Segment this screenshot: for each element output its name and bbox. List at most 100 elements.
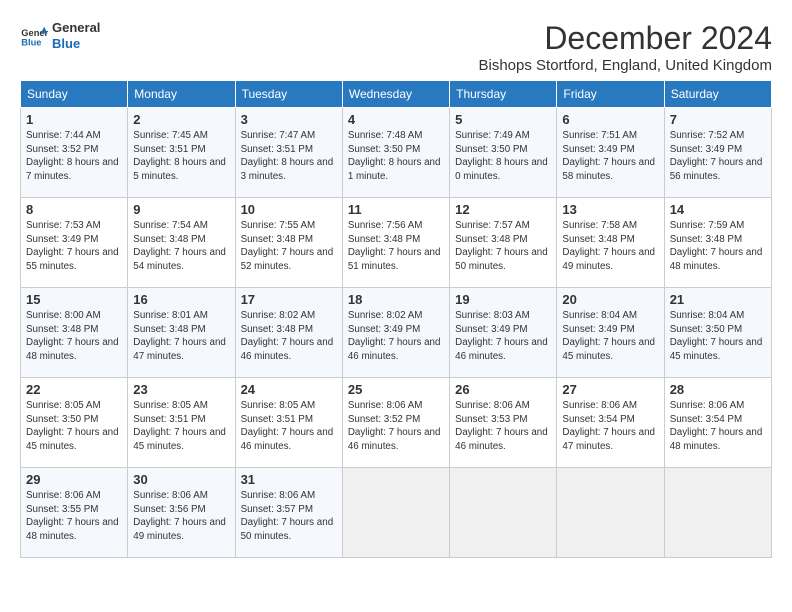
day-info: Sunrise: 7:59 AM Sunset: 3:48 PM Dayligh… [670, 219, 766, 274]
day-info: Sunrise: 7:45 AM Sunset: 3:51 PM Dayligh… [133, 129, 229, 184]
calendar-week-2: 8 Sunrise: 7:53 AM Sunset: 3:49 PM Dayli… [21, 198, 772, 288]
month-title: December 2024 [478, 20, 772, 57]
logo-text: General Blue [52, 20, 100, 51]
calendar-cell: 1 Sunrise: 7:44 AM Sunset: 3:52 PM Dayli… [21, 108, 128, 198]
day-info: Sunrise: 8:06 AM Sunset: 3:57 PM Dayligh… [241, 489, 337, 544]
day-number: 6 [562, 112, 658, 127]
calendar-week-3: 15 Sunrise: 8:00 AM Sunset: 3:48 PM Dayl… [21, 288, 772, 378]
weekday-header-sunday: Sunday [21, 81, 128, 108]
day-info: Sunrise: 8:05 AM Sunset: 3:50 PM Dayligh… [26, 399, 122, 454]
day-info: Sunrise: 8:06 AM Sunset: 3:54 PM Dayligh… [670, 399, 766, 454]
day-number: 10 [241, 202, 337, 217]
calendar-cell: 31 Sunrise: 8:06 AM Sunset: 3:57 PM Dayl… [235, 468, 342, 558]
svg-text:Blue: Blue [21, 37, 41, 47]
day-info: Sunrise: 8:02 AM Sunset: 3:49 PM Dayligh… [348, 309, 444, 364]
day-info: Sunrise: 8:01 AM Sunset: 3:48 PM Dayligh… [133, 309, 229, 364]
weekday-header-wednesday: Wednesday [342, 81, 449, 108]
day-number: 31 [241, 472, 337, 487]
calendar-cell: 15 Sunrise: 8:00 AM Sunset: 3:48 PM Dayl… [21, 288, 128, 378]
day-info: Sunrise: 8:06 AM Sunset: 3:54 PM Dayligh… [562, 399, 658, 454]
day-info: Sunrise: 7:51 AM Sunset: 3:49 PM Dayligh… [562, 129, 658, 184]
day-info: Sunrise: 8:04 AM Sunset: 3:50 PM Dayligh… [670, 309, 766, 364]
calendar-cell: 30 Sunrise: 8:06 AM Sunset: 3:56 PM Dayl… [128, 468, 235, 558]
logo: General Blue General Blue [20, 20, 100, 51]
calendar-cell: 18 Sunrise: 8:02 AM Sunset: 3:49 PM Dayl… [342, 288, 449, 378]
calendar-cell: 20 Sunrise: 8:04 AM Sunset: 3:49 PM Dayl… [557, 288, 664, 378]
day-number: 4 [348, 112, 444, 127]
calendar-cell: 23 Sunrise: 8:05 AM Sunset: 3:51 PM Dayl… [128, 378, 235, 468]
day-info: Sunrise: 7:54 AM Sunset: 3:48 PM Dayligh… [133, 219, 229, 274]
calendar-cell: 27 Sunrise: 8:06 AM Sunset: 3:54 PM Dayl… [557, 378, 664, 468]
day-number: 23 [133, 382, 229, 397]
day-info: Sunrise: 7:53 AM Sunset: 3:49 PM Dayligh… [26, 219, 122, 274]
calendar-cell [557, 468, 664, 558]
day-number: 18 [348, 292, 444, 307]
weekday-header-monday: Monday [128, 81, 235, 108]
weekday-header-saturday: Saturday [664, 81, 771, 108]
calendar-week-5: 29 Sunrise: 8:06 AM Sunset: 3:55 PM Dayl… [21, 468, 772, 558]
calendar-cell [450, 468, 557, 558]
calendar-cell: 28 Sunrise: 8:06 AM Sunset: 3:54 PM Dayl… [664, 378, 771, 468]
calendar-cell: 19 Sunrise: 8:03 AM Sunset: 3:49 PM Dayl… [450, 288, 557, 378]
day-info: Sunrise: 7:48 AM Sunset: 3:50 PM Dayligh… [348, 129, 444, 184]
calendar-cell [664, 468, 771, 558]
day-number: 26 [455, 382, 551, 397]
day-number: 15 [26, 292, 122, 307]
calendar-cell: 3 Sunrise: 7:47 AM Sunset: 3:51 PM Dayli… [235, 108, 342, 198]
day-number: 17 [241, 292, 337, 307]
day-number: 29 [26, 472, 122, 487]
day-info: Sunrise: 8:05 AM Sunset: 3:51 PM Dayligh… [241, 399, 337, 454]
calendar-cell: 17 Sunrise: 8:02 AM Sunset: 3:48 PM Dayl… [235, 288, 342, 378]
calendar-cell: 2 Sunrise: 7:45 AM Sunset: 3:51 PM Dayli… [128, 108, 235, 198]
day-info: Sunrise: 8:03 AM Sunset: 3:49 PM Dayligh… [455, 309, 551, 364]
day-number: 22 [26, 382, 122, 397]
calendar-cell: 29 Sunrise: 8:06 AM Sunset: 3:55 PM Dayl… [21, 468, 128, 558]
calendar-cell: 16 Sunrise: 8:01 AM Sunset: 3:48 PM Dayl… [128, 288, 235, 378]
day-number: 8 [26, 202, 122, 217]
location-subtitle: Bishops Stortford, England, United Kingd… [478, 57, 772, 74]
calendar-cell: 4 Sunrise: 7:48 AM Sunset: 3:50 PM Dayli… [342, 108, 449, 198]
day-info: Sunrise: 7:49 AM Sunset: 3:50 PM Dayligh… [455, 129, 551, 184]
day-number: 20 [562, 292, 658, 307]
day-info: Sunrise: 7:56 AM Sunset: 3:48 PM Dayligh… [348, 219, 444, 274]
calendar-cell: 6 Sunrise: 7:51 AM Sunset: 3:49 PM Dayli… [557, 108, 664, 198]
weekday-header-tuesday: Tuesday [235, 81, 342, 108]
day-number: 9 [133, 202, 229, 217]
day-number: 27 [562, 382, 658, 397]
weekday-header-friday: Friday [557, 81, 664, 108]
day-info: Sunrise: 7:57 AM Sunset: 3:48 PM Dayligh… [455, 219, 551, 274]
day-info: Sunrise: 7:44 AM Sunset: 3:52 PM Dayligh… [26, 129, 122, 184]
calendar-week-1: 1 Sunrise: 7:44 AM Sunset: 3:52 PM Dayli… [21, 108, 772, 198]
calendar-cell: 21 Sunrise: 8:04 AM Sunset: 3:50 PM Dayl… [664, 288, 771, 378]
day-info: Sunrise: 8:06 AM Sunset: 3:55 PM Dayligh… [26, 489, 122, 544]
weekday-header-thursday: Thursday [450, 81, 557, 108]
day-info: Sunrise: 7:55 AM Sunset: 3:48 PM Dayligh… [241, 219, 337, 274]
calendar-cell: 24 Sunrise: 8:05 AM Sunset: 3:51 PM Dayl… [235, 378, 342, 468]
day-number: 1 [26, 112, 122, 127]
day-info: Sunrise: 8:00 AM Sunset: 3:48 PM Dayligh… [26, 309, 122, 364]
day-number: 7 [670, 112, 766, 127]
day-info: Sunrise: 7:52 AM Sunset: 3:49 PM Dayligh… [670, 129, 766, 184]
day-number: 24 [241, 382, 337, 397]
calendar-cell: 7 Sunrise: 7:52 AM Sunset: 3:49 PM Dayli… [664, 108, 771, 198]
day-number: 30 [133, 472, 229, 487]
calendar-cell: 13 Sunrise: 7:58 AM Sunset: 3:48 PM Dayl… [557, 198, 664, 288]
day-number: 13 [562, 202, 658, 217]
day-info: Sunrise: 8:06 AM Sunset: 3:53 PM Dayligh… [455, 399, 551, 454]
day-info: Sunrise: 8:06 AM Sunset: 3:56 PM Dayligh… [133, 489, 229, 544]
day-number: 21 [670, 292, 766, 307]
day-info: Sunrise: 8:05 AM Sunset: 3:51 PM Dayligh… [133, 399, 229, 454]
calendar-cell: 14 Sunrise: 7:59 AM Sunset: 3:48 PM Dayl… [664, 198, 771, 288]
day-number: 5 [455, 112, 551, 127]
logo-icon: General Blue [20, 25, 48, 47]
day-info: Sunrise: 8:02 AM Sunset: 3:48 PM Dayligh… [241, 309, 337, 364]
day-info: Sunrise: 8:04 AM Sunset: 3:49 PM Dayligh… [562, 309, 658, 364]
header: General Blue General Blue December 2024 … [20, 20, 772, 74]
day-number: 14 [670, 202, 766, 217]
calendar-cell: 5 Sunrise: 7:49 AM Sunset: 3:50 PM Dayli… [450, 108, 557, 198]
day-number: 3 [241, 112, 337, 127]
calendar-table: SundayMondayTuesdayWednesdayThursdayFrid… [20, 80, 772, 558]
title-area: December 2024 Bishops Stortford, England… [478, 20, 772, 74]
calendar-cell: 12 Sunrise: 7:57 AM Sunset: 3:48 PM Dayl… [450, 198, 557, 288]
day-number: 19 [455, 292, 551, 307]
